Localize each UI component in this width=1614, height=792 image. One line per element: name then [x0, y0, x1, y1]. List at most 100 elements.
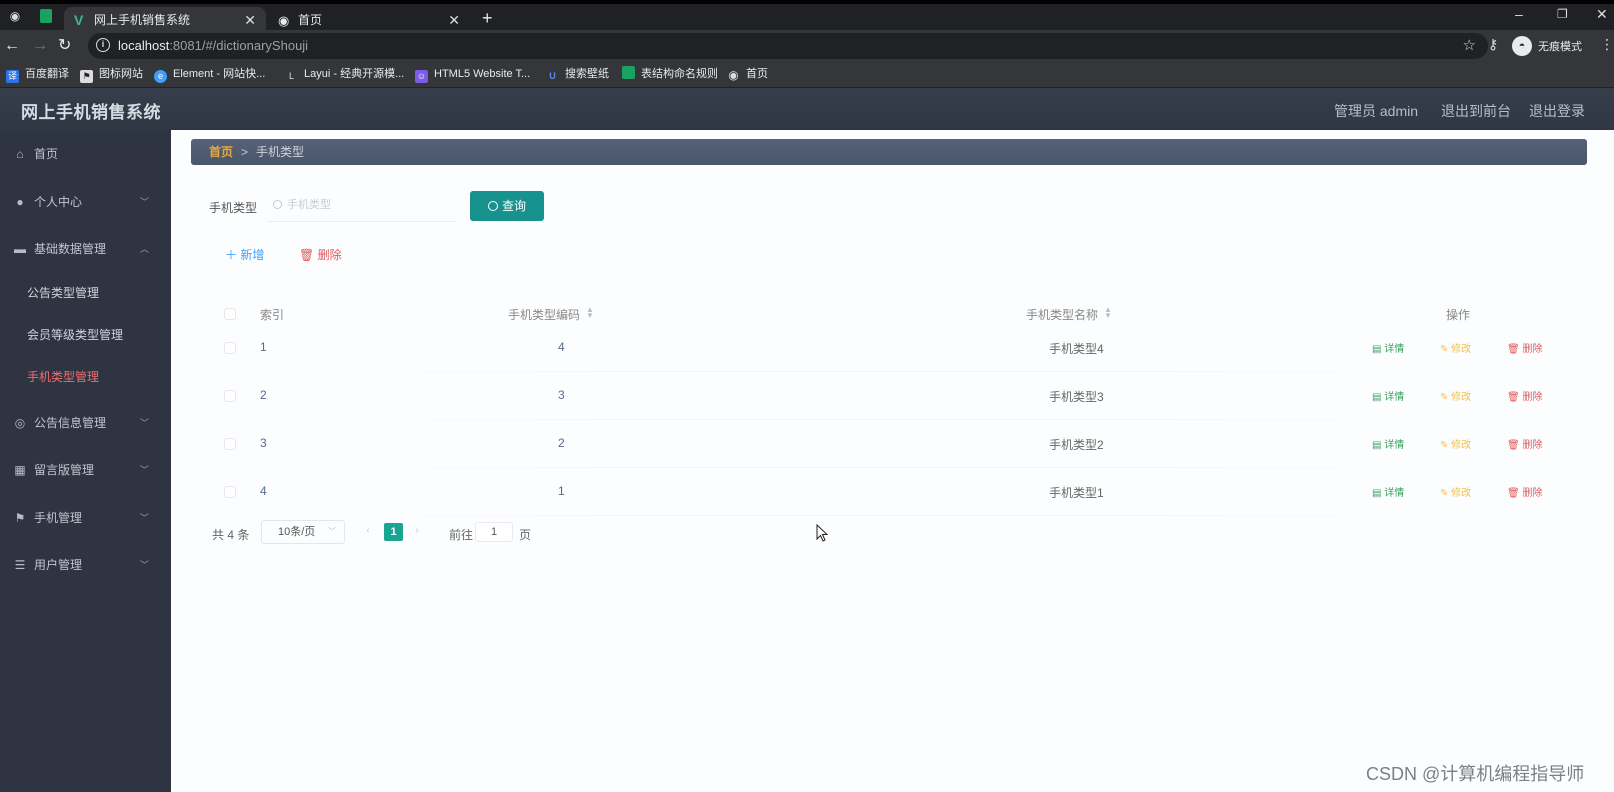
sidebar-subitem-notice-type[interactable]: 公告类型管理 — [0, 274, 171, 312]
pencil-icon: ✎ — [1440, 440, 1452, 451]
bookmark-item[interactable]: ☺ HTML5 Website T... — [415, 66, 530, 83]
bookmark-item[interactable]: ◉ 首页 — [727, 66, 768, 82]
detail-button[interactable]: ▤ 详情 — [1372, 436, 1404, 451]
sidebar-item-notice-info[interactable]: ◎ 公告信息管理 ﹀ — [0, 403, 171, 443]
bookmark-item[interactable]: e Element - 网站快... — [154, 66, 265, 83]
plus-icon: ＋ — [225, 248, 241, 262]
edit-button[interactable]: ✎ 修改 — [1440, 436, 1471, 451]
cell-name: 手机类型1 — [1049, 486, 1104, 500]
row-checkbox[interactable] — [224, 390, 236, 402]
html5-icon: ☺ — [415, 70, 428, 83]
minimize-button[interactable]: – — [1515, 6, 1523, 22]
globe-icon[interactable]: ◉ — [8, 9, 22, 23]
bookmark-star-icon[interactable]: ☆ — [1463, 36, 1476, 54]
bookmark-item[interactable]: 表结构命名规则 — [622, 66, 718, 82]
sidebar-item-home[interactable]: ⌂ 首页 — [0, 134, 171, 174]
add-button[interactable]: ＋ 新增 — [225, 246, 264, 263]
delete-button[interactable]: 🗑︎ 删除 — [1507, 436, 1542, 451]
incognito-indicator[interactable]: ◓ 无痕模式 — [1510, 34, 1586, 58]
delete-button[interactable]: 🗑︎ 删除 — [1507, 340, 1542, 355]
detail-button[interactable]: ▤ 详情 — [1372, 484, 1404, 499]
url-host: localhost — [118, 38, 170, 53]
row-checkbox[interactable] — [224, 342, 236, 354]
user-icon: ● — [16, 195, 24, 209]
sidebar-subitem-member-level-type[interactable]: 会员等级类型管理 — [0, 316, 171, 354]
sheets-icon[interactable] — [40, 9, 52, 23]
chevron-down-icon: ﹀ — [139, 197, 149, 207]
bookmark-item[interactable]: U 搜索壁纸 — [546, 66, 609, 83]
browser-toolbar: ← → ↻ i localhost:8081/#/dictionaryShouj… — [0, 30, 1614, 62]
sidebar-item-message-board[interactable]: ▦ 留言版管理 ﹀ — [0, 450, 171, 490]
key-icon[interactable]: ⚷ — [1488, 36, 1498, 53]
row-checkbox[interactable] — [224, 438, 236, 450]
delete-button[interactable]: 🗑︎ 删除 — [1507, 484, 1542, 499]
query-button[interactable]: 查询 — [470, 191, 544, 221]
sidebar-item-phone-management[interactable]: ⚑ 手机管理 ﹀ — [0, 498, 171, 538]
forward-icon[interactable]: → — [32, 36, 48, 56]
table-row: 4 1 手机类型1 ▤ 详情 ✎ 修改 🗑︎ 删除 — [191, 468, 1571, 516]
column-header-name[interactable]: 手机类型名称 ▲ ▼ — [1026, 306, 1112, 323]
logout-link[interactable]: 退出登录 — [1529, 101, 1585, 121]
sort-icon[interactable]: ▲ ▼ — [586, 306, 594, 320]
cell-code: 4 — [558, 340, 565, 354]
bookmark-item[interactable]: ⚑ 图标网站 — [80, 66, 143, 83]
detail-button[interactable]: ▤ 详情 — [1372, 388, 1404, 403]
globe-icon: ◉ — [728, 68, 739, 82]
batch-delete-button[interactable]: 🗑︎ 删除 — [299, 246, 342, 263]
sidebar-item-basic-data[interactable]: ▬ 基础数据管理 ︿ — [0, 229, 171, 269]
phone-type-input[interactable] — [287, 194, 447, 216]
sort-icon[interactable]: ▲ ▼ — [1104, 306, 1112, 320]
menu-kebab-icon[interactable]: ⋮ — [1600, 36, 1614, 53]
page-number-current[interactable]: 1 — [384, 523, 403, 541]
document-icon: ▤ — [1372, 488, 1385, 499]
column-header-index: 索引 — [260, 308, 285, 322]
column-header-code[interactable]: 手机类型编码 ▲ ▼ — [508, 306, 594, 323]
element-icon: e — [154, 70, 167, 83]
trash-icon: 🗑︎ — [1507, 488, 1523, 499]
chevron-up-icon: ︿ — [139, 244, 149, 254]
select-all-checkbox[interactable] — [224, 308, 236, 320]
reload-icon[interactable]: ↻ — [58, 36, 71, 56]
trash-icon: 🗑︎ — [1507, 344, 1523, 355]
restore-button[interactable]: ❐ — [1557, 7, 1568, 21]
page-size-select[interactable]: 10条/页 ﹀ — [261, 520, 345, 544]
cell-code: 3 — [558, 388, 565, 402]
pagination: 共 4 条 10条/页﹀ ‹ 1 › 前往 页 — [171, 518, 771, 548]
app-title: 网上手机销售系统 — [21, 103, 161, 122]
total-count: 共 4 条 — [212, 528, 250, 542]
cell-index: 1 — [260, 340, 267, 354]
column-header-actions: 操作 — [1446, 308, 1471, 322]
edit-button[interactable]: ✎ 修改 — [1440, 340, 1471, 355]
address-bar[interactable]: i localhost:8081/#/dictionaryShouji ☆ — [88, 33, 1488, 59]
sidebar-subitem-phone-type[interactable]: 手机类型管理 — [0, 358, 171, 396]
bookmark-item[interactable]: L Layui - 经典开源模... — [285, 66, 404, 83]
edit-button[interactable]: ✎ 修改 — [1440, 484, 1471, 499]
prev-page-button[interactable]: ‹ — [359, 522, 377, 540]
close-window-button[interactable]: ✕ — [1596, 6, 1608, 23]
back-icon[interactable]: ← — [4, 36, 20, 56]
row-checkbox[interactable] — [224, 486, 236, 498]
goto-page-input[interactable] — [475, 522, 513, 542]
new-tab-button[interactable]: + — [482, 8, 493, 29]
info-icon[interactable]: i — [96, 38, 110, 52]
sliders-icon: ☰ — [14, 558, 26, 572]
chevron-down-icon: ﹀ — [139, 560, 149, 570]
browser-tab-bar: ◉ V 网上手机销售系统 ✕ ◉ 首页 ✕ + – ❐ ✕ — [0, 0, 1614, 34]
sheets-icon — [622, 66, 635, 79]
cell-code: 2 — [558, 436, 565, 450]
breadcrumb-home[interactable]: 首页 — [209, 139, 233, 165]
to-front-link[interactable]: 退出到前台 — [1441, 101, 1511, 121]
next-page-button[interactable]: › — [408, 522, 426, 540]
sidebar-item-user-management[interactable]: ☰ 用户管理 ﹀ — [0, 545, 171, 585]
edit-button[interactable]: ✎ 修改 — [1440, 388, 1471, 403]
detail-button[interactable]: ▤ 详情 — [1372, 340, 1404, 355]
bookmark-item[interactable]: 译百度翻译 — [6, 66, 69, 83]
delete-button[interactable]: 🗑︎ 删除 — [1507, 388, 1542, 403]
breadcrumb-separator: > — [241, 145, 249, 159]
briefcase-icon: ▬ — [14, 242, 26, 256]
chevron-down-icon: ﹀ — [139, 513, 149, 523]
sidebar-item-personal-center[interactable]: ● 个人中心 ﹀ — [0, 182, 171, 222]
search-icon — [273, 200, 282, 209]
search-field[interactable] — [267, 188, 457, 222]
page-suffix: 页 — [519, 528, 532, 542]
